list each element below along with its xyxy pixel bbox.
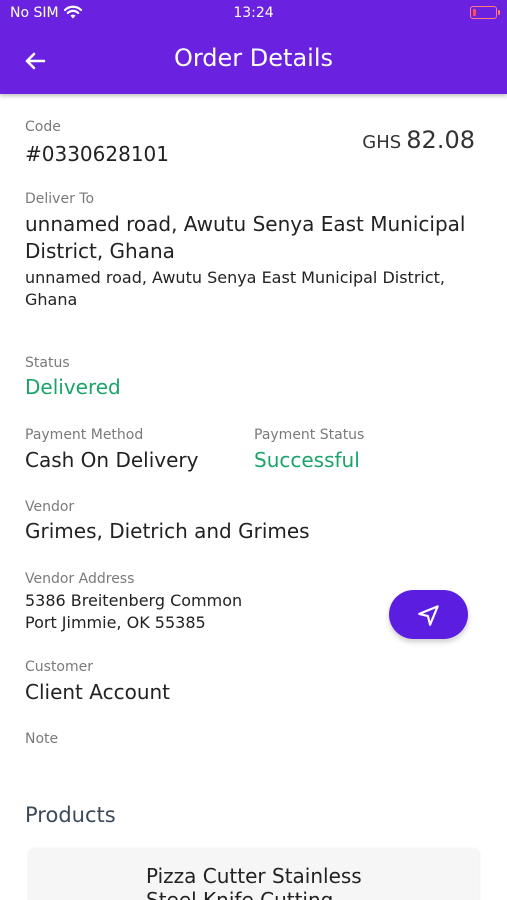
status-bar: No SIM 13:24 — [0, 0, 507, 28]
code-label: Code — [25, 119, 61, 135]
page-title: Order Details — [173, 44, 334, 72]
navigate-to-vendor-button[interactable] — [389, 590, 468, 639]
order-total: GHS 82.08 — [362, 126, 475, 154]
app-header: No SIM 13:24 Order Details — [0, 0, 507, 94]
navigation-arrow-icon — [417, 604, 439, 626]
note-label: Note — [25, 731, 59, 747]
currency-label: GHS — [362, 132, 402, 153]
customer-name: Client Account — [25, 680, 171, 704]
delivery-address-detail: unnamed road, Awutu Senya East Municipal… — [25, 268, 445, 309]
status-time: 13:24 — [233, 5, 274, 21]
battery-icon — [470, 6, 500, 19]
order-code: #0330628101 — [25, 142, 170, 166]
payment-status: Successful — [254, 448, 360, 472]
order-amount: 82.08 — [406, 126, 475, 154]
battery-level — [472, 8, 476, 16]
payment-method-label: Payment Method — [25, 427, 144, 443]
payment-status-label: Payment Status — [254, 427, 365, 443]
vendor-address-label: Vendor Address — [25, 571, 135, 587]
customer-label: Customer — [25, 659, 94, 675]
delivery-address-title: unnamed road, Awutu Senya East Municipal… — [25, 212, 466, 263]
deliver-to-label: Deliver To — [25, 191, 95, 207]
product-card[interactable]: Pizza Cutter Stainless Steel Knife Cutti… — [29, 848, 479, 900]
vendor-label: Vendor — [25, 499, 75, 515]
status-label: Status — [25, 355, 70, 371]
payment-method: Cash On Delivery — [25, 448, 199, 472]
vendor-address-line1: 5386 Breitenberg Common — [25, 591, 243, 610]
products-section-title: Products — [25, 803, 116, 827]
order-status: Delivered — [25, 375, 121, 399]
vendor-name: Grimes, Dietrich and Grimes — [25, 519, 310, 543]
product-name: Pizza Cutter Stainless Steel Knife Cutti… — [146, 864, 362, 900]
vendor-address-line2: Port Jimmie, OK 55385 — [25, 613, 206, 632]
